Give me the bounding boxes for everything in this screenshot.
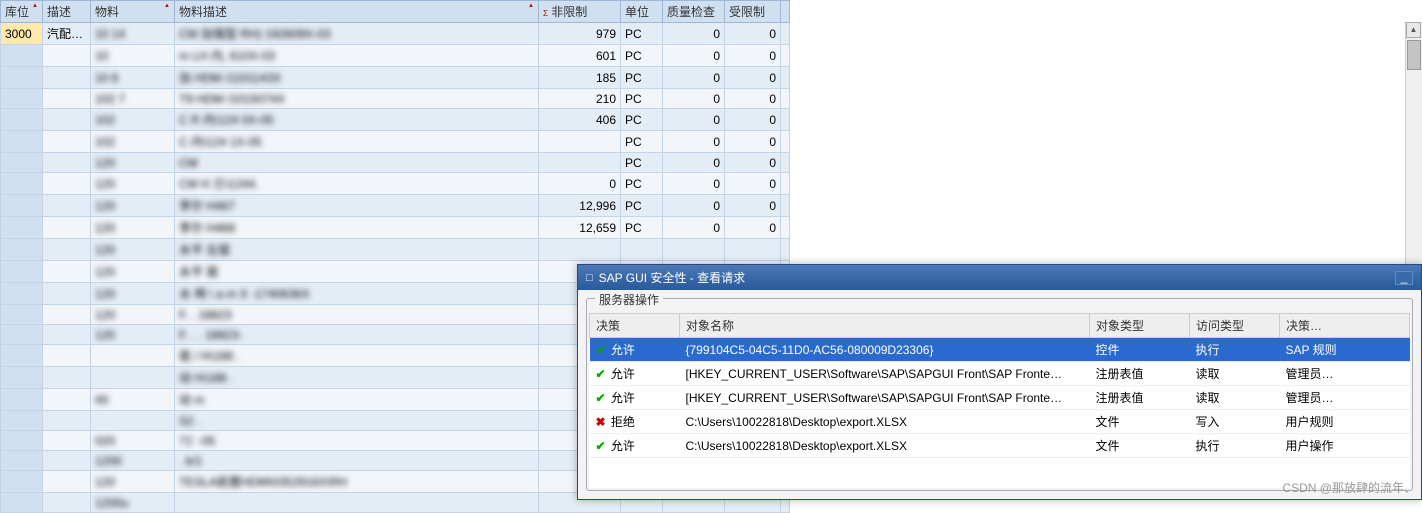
scroll-up-button[interactable]: ▲ — [1406, 22, 1421, 38]
table-row[interactable]: 120CM H 兰\1244. 0PC00 — [1, 173, 790, 195]
security-row[interactable]: ✔ 允许[HKEY_CURRENT_USER\Software\SAP\SAPG… — [590, 362, 1410, 386]
table-row[interactable]: 120CMPC00 — [1, 153, 790, 173]
grid-header-row: 库位▲ 描述 物料▲ 物料描述▲ Σ 非限制 单位 质量检查 受限制 — [1, 1, 790, 23]
table-row[interactable]: 120李尔 H46712,996PC00 — [1, 195, 790, 217]
col-header-location[interactable]: 库位▲ — [1, 1, 43, 23]
allow-icon: ✔ — [596, 343, 606, 357]
allow-icon: ✔ — [596, 439, 606, 453]
table-row[interactable]: 10 m LH 内, 610X-03601PC00 — [1, 45, 790, 67]
table-row[interactable]: 102C R 内\124 0X-05406PC00 — [1, 109, 790, 131]
col-header-unit[interactable]: 单位 — [621, 1, 663, 23]
col-header-description[interactable]: 描述 — [43, 1, 91, 23]
server-actions-group: 服务器操作 决策 对象名称 对象类型 访问类型 决策… ✔ 允许{799104C… — [586, 298, 1413, 491]
table-row[interactable]: 120水平 左驱 — [1, 239, 790, 261]
sort-icon: ▲ — [164, 3, 170, 9]
col-header-matdesc[interactable]: 物料描述▲ — [175, 1, 539, 23]
security-row[interactable]: ✔ 允许{799104C5-04C5-11D0-AC56-080009D2330… — [590, 338, 1410, 362]
table-row[interactable]: 102 7T9 HDM /1015074X210PC00 — [1, 89, 790, 109]
sort-icon: ▲ — [528, 3, 534, 9]
col-decision[interactable]: 决策 — [590, 314, 680, 338]
table-row[interactable]: 10 6 加 HDM /1101143X185PC00 — [1, 67, 790, 89]
col-header-qc[interactable]: 质量检查 — [663, 1, 725, 23]
col-header-unrestricted[interactable]: Σ 非限制 — [539, 1, 621, 23]
deny-icon: ✖ — [596, 415, 606, 429]
table-row[interactable]: 120李尔 H46812,659PC00 — [1, 217, 790, 239]
col-access-type[interactable]: 访问类型 — [1190, 314, 1280, 338]
dialog-icon: □ — [586, 272, 593, 284]
security-row[interactable]: ✔ 允许[HKEY_CURRENT_USER\Software\SAP\SAPG… — [590, 386, 1410, 410]
security-row[interactable]: ✖ 拒绝C:\Users\10022818\Desktop\export.XLS… — [590, 410, 1410, 434]
col-header-material[interactable]: 物料▲ — [91, 1, 175, 23]
security-grid[interactable]: 决策 对象名称 对象类型 访问类型 决策… ✔ 允许{799104C5-04C5… — [589, 313, 1410, 458]
allow-icon: ✔ — [596, 391, 606, 405]
table-row[interactable]: 102C 内\124 1X-05PC00 — [1, 131, 790, 153]
dialog-titlebar[interactable]: □ SAP GUI 安全性 - 查看请求 _ — [578, 265, 1421, 290]
sap-security-dialog: □ SAP GUI 安全性 - 查看请求 _ 服务器操作 决策 对象名称 对象类… — [577, 264, 1422, 500]
col-spacer — [781, 1, 790, 23]
col-decision-src[interactable]: 决策… — [1280, 314, 1410, 338]
group-title: 服务器操作 — [595, 291, 663, 308]
watermark: CSDN @那放肆的流年、 — [1282, 479, 1416, 496]
minimize-button[interactable]: _ — [1395, 271, 1413, 285]
sort-icon: ▲ — [32, 3, 38, 9]
scroll-thumb[interactable] — [1407, 40, 1421, 70]
security-row[interactable]: ✔ 允许C:\Users\10022818\Desktop\export.XLS… — [590, 434, 1410, 458]
dialog-title-text: SAP GUI 安全性 - 查看请求 — [599, 269, 745, 286]
table-row[interactable]: 3000汽配…10 14CM 加强型 RH) 192609X-03979PC00 — [1, 23, 790, 45]
col-object-name[interactable]: 对象名称 — [680, 314, 1090, 338]
col-object-type[interactable]: 对象类型 — [1090, 314, 1190, 338]
allow-icon: ✔ — [596, 367, 606, 381]
col-header-restricted[interactable]: 受限制 — [725, 1, 781, 23]
